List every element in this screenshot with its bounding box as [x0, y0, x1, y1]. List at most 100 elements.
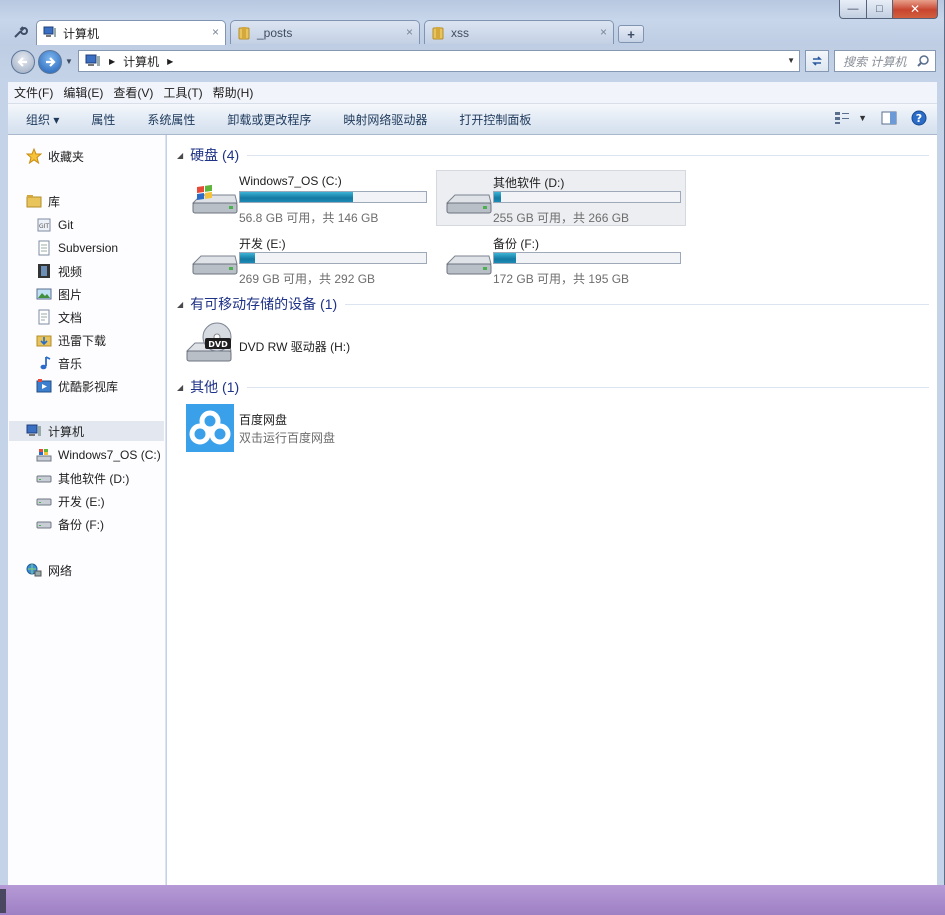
nav-library-pictures[interactable]: 图片	[36, 284, 82, 304]
menu-help[interactable]: 帮助(H)	[207, 84, 260, 101]
properties-button[interactable]: 属性	[73, 111, 129, 128]
baidu-netdisk[interactable]: 百度网盘 双击运行百度网盘	[185, 403, 435, 453]
breadcrumb-separator-icon[interactable]: ▶	[109, 57, 115, 66]
nav-network[interactable]: 网络	[26, 560, 72, 580]
new-tab-button[interactable]: +	[618, 25, 644, 43]
collapse-triangle-icon[interactable]: ◢	[177, 300, 183, 309]
nav-drive-c[interactable]: Windows7_OS (C:)	[36, 445, 161, 465]
nav-label: 迅雷下载	[58, 333, 107, 348]
nav-library-documents[interactable]: 文档	[36, 307, 82, 327]
address-history-dropdown[interactable]: ▼	[787, 56, 795, 65]
download-folder-icon	[36, 332, 52, 348]
tab-strip: 计算机 × _posts × xss × +	[36, 20, 644, 45]
collapse-triangle-icon[interactable]: ◢	[177, 151, 183, 160]
search-box[interactable]: 搜索 计算机	[834, 50, 936, 72]
drive-name: Windows7_OS (C:)	[239, 174, 342, 188]
nav-drive-d[interactable]: 其他软件 (D:)	[36, 468, 129, 488]
drive-name: 备份 (F:)	[493, 237, 539, 251]
menu-file[interactable]: 文件(F)	[8, 84, 59, 101]
nav-favorites[interactable]: 收藏夹	[26, 146, 84, 166]
view-options-icon	[835, 112, 850, 124]
collapse-triangle-icon[interactable]: ◢	[177, 383, 183, 392]
change-view-button[interactable]: ▼	[834, 111, 867, 125]
minimize-button[interactable]: —	[839, 0, 867, 19]
dvd-drive-icon: DVD	[185, 321, 233, 367]
nav-drive-e[interactable]: 开发 (E:)	[36, 491, 105, 511]
hard-drive-icon	[36, 493, 52, 509]
refresh-button[interactable]	[805, 50, 829, 72]
tab-close-icon[interactable]: ×	[600, 25, 607, 39]
capacity-fill	[240, 192, 354, 202]
drive-c[interactable]: Windows7_OS (C:) 56.8 GB 可用，共 146 GB	[183, 171, 433, 227]
content-pane: ◢ 硬盘 (4) Windows7_OS (C:) 56.8 GB 可用，共 1…	[167, 135, 937, 885]
drive-name: 开发 (E:)	[239, 237, 286, 251]
tab-computer[interactable]: 计算机 ×	[36, 20, 226, 45]
svg-text:?: ?	[916, 112, 922, 125]
preview-pane-button[interactable]	[881, 111, 897, 125]
help-button[interactable]: ?	[911, 110, 927, 126]
open-control-panel-button[interactable]: 打开控制面板	[441, 111, 545, 128]
capacity-bar	[239, 252, 427, 264]
maximize-button[interactable]: □	[867, 0, 893, 19]
drive-d[interactable]: 其他软件 (D:) 255 GB 可用，共 266 GB	[436, 170, 686, 226]
breadcrumb-separator-icon[interactable]: ▶	[167, 57, 173, 66]
recent-pages-dropdown[interactable]: ▼	[65, 57, 73, 66]
nav-library-music[interactable]: 音乐	[36, 353, 82, 373]
tab-posts[interactable]: _posts ×	[230, 20, 420, 44]
group-header-other[interactable]: ◢ 其他 (1)	[177, 378, 929, 396]
nav-label: 音乐	[58, 356, 83, 371]
taskbar-edge	[0, 889, 6, 913]
address-bar[interactable]: ▶ 计算机 ▶ ▼	[78, 50, 800, 72]
close-button[interactable]: ✕	[893, 0, 938, 19]
tab-xss[interactable]: xss ×	[424, 20, 614, 44]
nav-drive-f[interactable]: 备份 (F:)	[36, 514, 104, 534]
tab-close-icon[interactable]: ×	[406, 25, 413, 39]
dvd-drive[interactable]: DVD DVD RW 驱动器 (H:)	[183, 319, 433, 369]
breadcrumb-computer[interactable]: 计算机	[123, 53, 159, 70]
nav-library-subversion[interactable]: Subversion	[36, 238, 118, 258]
windows-drive-icon	[191, 179, 239, 219]
nav-library-youku[interactable]: 优酷影视库	[36, 376, 118, 396]
chevron-down-icon[interactable]: ▼	[858, 113, 867, 123]
group-header-hard-disks[interactable]: ◢ 硬盘 (4)	[177, 146, 929, 164]
tab-label: xss	[451, 25, 469, 40]
tab-close-icon[interactable]: ×	[212, 25, 219, 39]
nav-library-git[interactable]: GIT Git	[36, 215, 73, 235]
nav-label: 收藏夹	[48, 149, 85, 164]
library-icon	[26, 193, 42, 209]
drive-free-space: 56.8 GB 可用，共 146 GB	[239, 211, 379, 225]
nav-library-videos[interactable]: 视频	[36, 261, 82, 281]
organize-button[interactable]: 组织 ▾	[8, 111, 73, 128]
group-header-removable[interactable]: ◢ 有可移动存储的设备 (1)	[177, 295, 929, 313]
hard-drive-icon	[445, 179, 493, 219]
nav-label: 网络	[48, 563, 73, 578]
search-icon[interactable]	[916, 54, 930, 68]
music-icon	[36, 355, 52, 371]
back-button[interactable]	[11, 50, 35, 74]
drive-name: 其他软件 (D:)	[493, 176, 565, 190]
wrench-icon[interactable]	[12, 24, 28, 40]
forward-button[interactable]	[38, 50, 62, 74]
system-properties-button[interactable]: 系统属性	[129, 111, 209, 128]
document-icon	[36, 240, 52, 256]
computer-icon	[26, 423, 42, 439]
nav-computer[interactable]: 计算机	[9, 421, 164, 441]
drive-f[interactable]: 备份 (F:) 172 GB 可用，共 195 GB	[437, 232, 687, 288]
git-icon: GIT	[36, 217, 52, 233]
nav-library-thunder-downloads[interactable]: 迅雷下载	[36, 330, 106, 350]
uninstall-program-button[interactable]: 卸载或更改程序	[209, 111, 325, 128]
nav-label: 库	[48, 194, 61, 209]
nav-label: Git	[58, 218, 74, 232]
nav-libraries[interactable]: 库	[26, 191, 60, 211]
map-network-drive-button[interactable]: 映射网络驱动器	[325, 111, 441, 128]
menu-bar: 文件(F) 编辑(E) 查看(V) 工具(T) 帮助(H)	[8, 82, 937, 104]
hard-drive-icon	[445, 240, 493, 280]
nav-label: 备份 (F:)	[58, 517, 104, 532]
menu-view[interactable]: 查看(V)	[107, 84, 159, 101]
menu-edit[interactable]: 编辑(E)	[57, 84, 109, 101]
help-icon: ?	[911, 110, 927, 126]
star-icon	[26, 148, 42, 164]
menu-tools[interactable]: 工具(T)	[157, 84, 208, 101]
computer-icon	[43, 26, 57, 40]
drive-e[interactable]: 开发 (E:) 269 GB 可用，共 292 GB	[183, 232, 433, 288]
